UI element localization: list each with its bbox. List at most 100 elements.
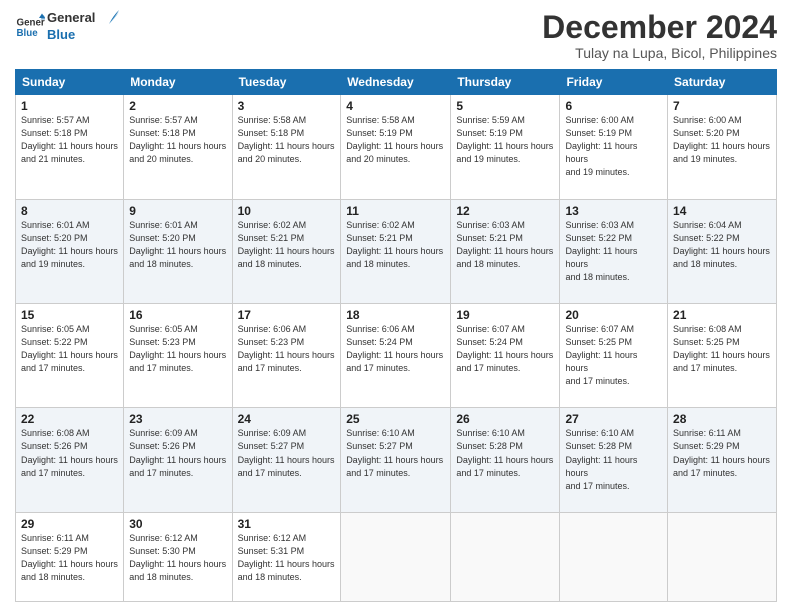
day-info: Sunrise: 6:08 AMSunset: 5:26 PMDaylight:… <box>21 428 118 477</box>
day-number: 27 <box>565 412 662 426</box>
calendar-table: SundayMondayTuesdayWednesdayThursdayFrid… <box>15 69 777 602</box>
calendar-day-cell: 19 Sunrise: 6:07 AMSunset: 5:24 PMDaylig… <box>451 304 560 408</box>
header: General Blue General Blue December 2024 … <box>15 10 777 61</box>
weekday-header-row: SundayMondayTuesdayWednesdayThursdayFrid… <box>16 70 777 95</box>
day-number: 22 <box>21 412 118 426</box>
day-info: Sunrise: 6:06 AMSunset: 5:23 PMDaylight:… <box>238 324 335 373</box>
day-info: Sunrise: 6:00 AMSunset: 5:19 PMDaylight:… <box>565 115 637 177</box>
weekday-header-cell: Thursday <box>451 70 560 95</box>
calendar-day-cell: 20 Sunrise: 6:07 AMSunset: 5:25 PMDaylig… <box>560 304 668 408</box>
logo-general: General <box>47 10 95 27</box>
svg-text:General: General <box>17 17 46 28</box>
day-number: 12 <box>456 204 554 218</box>
calendar-day-cell: 13 Sunrise: 6:03 AMSunset: 5:22 PMDaylig… <box>560 199 668 303</box>
day-number: 5 <box>456 99 554 113</box>
day-number: 8 <box>21 204 118 218</box>
calendar-day-cell <box>341 512 451 601</box>
calendar-day-cell: 22 Sunrise: 6:08 AMSunset: 5:26 PMDaylig… <box>16 408 124 512</box>
day-number: 18 <box>346 308 445 322</box>
calendar-day-cell: 30 Sunrise: 6:12 AMSunset: 5:30 PMDaylig… <box>124 512 232 601</box>
day-info: Sunrise: 5:59 AMSunset: 5:19 PMDaylight:… <box>456 115 553 164</box>
day-info: Sunrise: 6:09 AMSunset: 5:26 PMDaylight:… <box>129 428 226 477</box>
calendar-day-cell: 18 Sunrise: 6:06 AMSunset: 5:24 PMDaylig… <box>341 304 451 408</box>
calendar-week-row: 29 Sunrise: 6:11 AMSunset: 5:29 PMDaylig… <box>16 512 777 601</box>
day-info: Sunrise: 6:08 AMSunset: 5:25 PMDaylight:… <box>673 324 770 373</box>
day-info: Sunrise: 6:01 AMSunset: 5:20 PMDaylight:… <box>21 220 118 269</box>
svg-text:Blue: Blue <box>17 28 39 39</box>
day-info: Sunrise: 6:03 AMSunset: 5:21 PMDaylight:… <box>456 220 553 269</box>
calendar-day-cell: 9 Sunrise: 6:01 AMSunset: 5:20 PMDayligh… <box>124 199 232 303</box>
day-info: Sunrise: 6:00 AMSunset: 5:20 PMDaylight:… <box>673 115 770 164</box>
day-info: Sunrise: 6:12 AMSunset: 5:30 PMDaylight:… <box>129 533 226 582</box>
calendar-day-cell: 28 Sunrise: 6:11 AMSunset: 5:29 PMDaylig… <box>668 408 777 512</box>
calendar-day-cell <box>451 512 560 601</box>
calendar-day-cell <box>668 512 777 601</box>
calendar-day-cell: 27 Sunrise: 6:10 AMSunset: 5:28 PMDaylig… <box>560 408 668 512</box>
calendar-day-cell: 3 Sunrise: 5:58 AMSunset: 5:18 PMDayligh… <box>232 95 341 199</box>
subtitle: Tulay na Lupa, Bicol, Philippines <box>542 45 777 61</box>
weekday-header-cell: Tuesday <box>232 70 341 95</box>
calendar-day-cell: 23 Sunrise: 6:09 AMSunset: 5:26 PMDaylig… <box>124 408 232 512</box>
calendar-day-cell: 11 Sunrise: 6:02 AMSunset: 5:21 PMDaylig… <box>341 199 451 303</box>
calendar-day-cell: 5 Sunrise: 5:59 AMSunset: 5:19 PMDayligh… <box>451 95 560 199</box>
day-number: 7 <box>673 99 771 113</box>
calendar-body: 1 Sunrise: 5:57 AMSunset: 5:18 PMDayligh… <box>16 95 777 602</box>
calendar-day-cell: 12 Sunrise: 6:03 AMSunset: 5:21 PMDaylig… <box>451 199 560 303</box>
day-info: Sunrise: 5:58 AMSunset: 5:19 PMDaylight:… <box>346 115 443 164</box>
day-info: Sunrise: 6:01 AMSunset: 5:20 PMDaylight:… <box>129 220 226 269</box>
day-number: 14 <box>673 204 771 218</box>
day-info: Sunrise: 5:57 AMSunset: 5:18 PMDaylight:… <box>129 115 226 164</box>
calendar-day-cell: 16 Sunrise: 6:05 AMSunset: 5:23 PMDaylig… <box>124 304 232 408</box>
weekday-header-cell: Sunday <box>16 70 124 95</box>
day-info: Sunrise: 6:05 AMSunset: 5:23 PMDaylight:… <box>129 324 226 373</box>
day-number: 15 <box>21 308 118 322</box>
day-number: 23 <box>129 412 226 426</box>
calendar-day-cell: 2 Sunrise: 5:57 AMSunset: 5:18 PMDayligh… <box>124 95 232 199</box>
calendar-day-cell: 1 Sunrise: 5:57 AMSunset: 5:18 PMDayligh… <box>16 95 124 199</box>
weekday-header-cell: Monday <box>124 70 232 95</box>
day-info: Sunrise: 6:11 AMSunset: 5:29 PMDaylight:… <box>673 428 770 477</box>
day-number: 11 <box>346 204 445 218</box>
calendar-day-cell: 25 Sunrise: 6:10 AMSunset: 5:27 PMDaylig… <box>341 408 451 512</box>
day-info: Sunrise: 6:10 AMSunset: 5:28 PMDaylight:… <box>565 428 637 490</box>
calendar-day-cell: 4 Sunrise: 5:58 AMSunset: 5:19 PMDayligh… <box>341 95 451 199</box>
day-info: Sunrise: 6:07 AMSunset: 5:25 PMDaylight:… <box>565 324 637 386</box>
day-number: 1 <box>21 99 118 113</box>
day-number: 26 <box>456 412 554 426</box>
day-number: 21 <box>673 308 771 322</box>
calendar-day-cell: 14 Sunrise: 6:04 AMSunset: 5:22 PMDaylig… <box>668 199 777 303</box>
day-number: 2 <box>129 99 226 113</box>
calendar-day-cell: 10 Sunrise: 6:02 AMSunset: 5:21 PMDaylig… <box>232 199 341 303</box>
day-number: 10 <box>238 204 336 218</box>
day-info: Sunrise: 5:58 AMSunset: 5:18 PMDaylight:… <box>238 115 335 164</box>
day-info: Sunrise: 5:57 AMSunset: 5:18 PMDaylight:… <box>21 115 118 164</box>
day-number: 28 <box>673 412 771 426</box>
logo-bird-icon <box>99 10 119 38</box>
calendar-week-row: 15 Sunrise: 6:05 AMSunset: 5:22 PMDaylig… <box>16 304 777 408</box>
day-number: 24 <box>238 412 336 426</box>
day-number: 19 <box>456 308 554 322</box>
day-info: Sunrise: 6:02 AMSunset: 5:21 PMDaylight:… <box>238 220 335 269</box>
day-number: 9 <box>129 204 226 218</box>
calendar-day-cell: 6 Sunrise: 6:00 AMSunset: 5:19 PMDayligh… <box>560 95 668 199</box>
day-info: Sunrise: 6:09 AMSunset: 5:27 PMDaylight:… <box>238 428 335 477</box>
day-info: Sunrise: 6:12 AMSunset: 5:31 PMDaylight:… <box>238 533 335 582</box>
calendar-week-row: 8 Sunrise: 6:01 AMSunset: 5:20 PMDayligh… <box>16 199 777 303</box>
weekday-header-cell: Wednesday <box>341 70 451 95</box>
day-number: 6 <box>565 99 662 113</box>
day-number: 13 <box>565 204 662 218</box>
calendar-day-cell: 15 Sunrise: 6:05 AMSunset: 5:22 PMDaylig… <box>16 304 124 408</box>
day-number: 16 <box>129 308 226 322</box>
day-info: Sunrise: 6:04 AMSunset: 5:22 PMDaylight:… <box>673 220 770 269</box>
day-number: 29 <box>21 517 118 531</box>
calendar-page: General Blue General Blue December 2024 … <box>0 0 792 612</box>
calendar-day-cell: 17 Sunrise: 6:06 AMSunset: 5:23 PMDaylig… <box>232 304 341 408</box>
day-number: 3 <box>238 99 336 113</box>
main-title: December 2024 <box>542 10 777 45</box>
calendar-day-cell: 8 Sunrise: 6:01 AMSunset: 5:20 PMDayligh… <box>16 199 124 303</box>
day-number: 4 <box>346 99 445 113</box>
day-info: Sunrise: 6:10 AMSunset: 5:27 PMDaylight:… <box>346 428 443 477</box>
calendar-day-cell: 21 Sunrise: 6:08 AMSunset: 5:25 PMDaylig… <box>668 304 777 408</box>
day-info: Sunrise: 6:02 AMSunset: 5:21 PMDaylight:… <box>346 220 443 269</box>
title-block: December 2024 Tulay na Lupa, Bicol, Phil… <box>542 10 777 61</box>
